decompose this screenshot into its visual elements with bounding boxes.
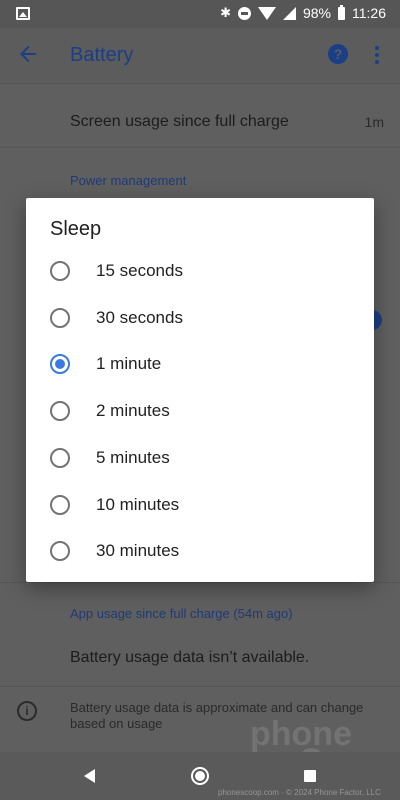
info-icon: i: [17, 701, 37, 721]
do-not-disturb-icon: [237, 6, 251, 20]
radio-unchecked-icon[interactable]: [50, 494, 70, 515]
option-label: 10 minutes: [96, 494, 180, 514]
nav-home-icon[interactable]: [191, 767, 209, 785]
status-icons: ✱ 98% 11:26: [220, 4, 386, 21]
option-label: 2 minutes: [96, 401, 170, 421]
bluetooth-icon: ✱: [220, 5, 231, 20]
image-icon: [16, 7, 30, 20]
screen-usage-label: Screen usage since full charge: [70, 113, 289, 130]
option-label: 30 seconds: [96, 307, 183, 327]
help-icon[interactable]: ?: [328, 44, 348, 64]
radio-unchecked-icon[interactable]: [50, 261, 70, 281]
option-15-seconds[interactable]: 15 seconds: [26, 249, 374, 295]
battery-icon: [338, 4, 345, 20]
divider: [0, 686, 400, 687]
radio-unchecked-icon[interactable]: [50, 541, 70, 562]
option-2-minutes[interactable]: 2 minutes: [26, 389, 374, 435]
radio-unchecked-icon[interactable]: [50, 307, 70, 328]
app-usage-header: App usage since full charge (54m ago): [70, 606, 293, 621]
option-30-minutes[interactable]: 30 minutes: [26, 529, 374, 575]
option-label: 30 minutes: [96, 541, 180, 561]
cellular-icon: [282, 6, 296, 20]
screen-usage-row[interactable]: Screen usage since full charge 1m: [0, 96, 400, 148]
more-vert-icon[interactable]: [374, 46, 380, 66]
option-label: 5 minutes: [96, 447, 170, 467]
watermark-footer: phonescoop.com · © 2024 Phone Factor, LL…: [218, 788, 381, 797]
nav-back-icon[interactable]: [84, 769, 95, 783]
status-bar: ✱ 98% 11:26: [0, 0, 400, 28]
option-5-minutes[interactable]: 5 minutes: [26, 436, 374, 482]
option-30-seconds[interactable]: 30 seconds: [26, 296, 374, 342]
nav-recents-icon[interactable]: [304, 770, 316, 782]
battery-unavailable-text: Battery usage data isn’t available.: [70, 649, 310, 666]
power-management-header: Power management: [70, 173, 187, 188]
wifi-icon: [257, 6, 276, 20]
clock: 11:26: [352, 5, 386, 21]
radio-unchecked-icon[interactable]: [50, 401, 70, 422]
sleep-dialog: Sleep 15 seconds 30 seconds 1 minute 2 minu…: [26, 198, 374, 582]
option-10-minutes[interactable]: 10 minutes: [26, 483, 374, 529]
radio-unchecked-icon[interactable]: [50, 447, 70, 468]
divider: [0, 582, 400, 583]
option-label: 15 seconds: [96, 261, 183, 280]
dialog-title: Sleep: [50, 218, 102, 240]
radio-checked-icon[interactable]: [50, 354, 70, 375]
screen-usage-value: 1m: [364, 114, 384, 130]
option-label: 1 minute: [96, 354, 162, 374]
page-title: Battery: [70, 44, 134, 66]
battery-percent: 98%: [302, 5, 331, 21]
back-arrow-icon[interactable]: [16, 42, 40, 66]
app-bar: Battery ?: [0, 28, 400, 84]
option-1-minute[interactable]: 1 minute: [26, 342, 374, 388]
